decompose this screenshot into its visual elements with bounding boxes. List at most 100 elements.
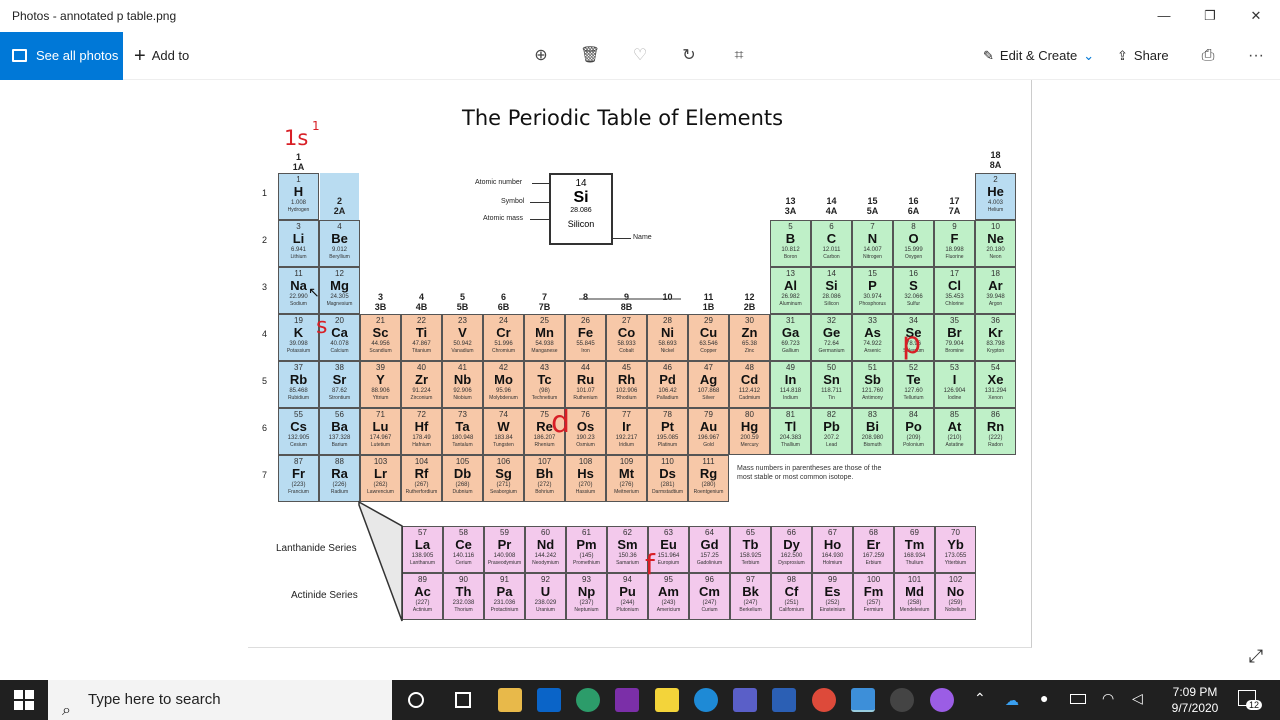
element-name: Einsteinium [819, 607, 846, 613]
element-cell: 28 Ni 58.693 Nickel [647, 314, 688, 361]
app-icon[interactable] [890, 688, 914, 712]
element-symbol: C [826, 231, 837, 246]
group-header: 17 7A [934, 196, 975, 216]
add-to-button[interactable]: + Add to [134, 32, 189, 80]
element-number: 100 [866, 575, 881, 584]
element-mass: 231.036 [493, 600, 516, 606]
element-number: 28 [663, 316, 672, 325]
rotate-icon[interactable]: ↻ [679, 46, 699, 66]
element-name: Tantalum [452, 442, 473, 448]
element-number: 81 [786, 410, 795, 419]
group-header: 8 [565, 292, 606, 302]
see-all-photos-button[interactable]: See all photos [0, 32, 123, 80]
element-symbol: Rg [699, 466, 718, 481]
element-mass: 132.905 [287, 435, 310, 441]
minimize-button[interactable]: — [1141, 0, 1187, 32]
element-number: 70 [951, 528, 960, 537]
browser-icon[interactable] [576, 688, 600, 712]
photos-app-icon[interactable] [851, 688, 875, 712]
element-number: 33 [868, 316, 877, 325]
element-mass: (271) [496, 482, 511, 488]
element-mass: 24.305 [330, 294, 349, 300]
element-mass: 58.933 [617, 341, 636, 347]
sticky-notes-icon[interactable] [655, 688, 679, 712]
edge-icon[interactable] [694, 688, 718, 712]
element-cell: 21 Sc 44.956 Scandium [360, 314, 401, 361]
onenote-icon[interactable] [615, 688, 639, 712]
element-mass: 10.812 [781, 247, 800, 253]
element-name: Chromium [491, 348, 516, 354]
battery-icon[interactable] [1070, 694, 1086, 704]
element-number: 25 [540, 316, 549, 325]
cortana-icon[interactable] [408, 692, 424, 708]
element-cell: 65 Tb 158.925 Terbium [730, 526, 771, 573]
element-name: Manganese [531, 348, 558, 354]
crop-icon[interactable]: ⌗ [729, 46, 749, 66]
element-symbol: Be [331, 231, 348, 246]
annotation-1s: 1s [284, 126, 309, 150]
expand-icon[interactable]: ⤢ [1246, 646, 1266, 666]
element-mass: 91.224 [412, 388, 431, 394]
delete-icon[interactable]: 🗑 [580, 46, 600, 66]
element-symbol: Er [866, 537, 881, 552]
element-mass: (259) [948, 600, 963, 606]
close-button[interactable]: ✕ [1233, 0, 1279, 32]
element-mass: 54.938 [535, 341, 554, 347]
restore-button[interactable]: ❐ [1187, 0, 1233, 32]
element-cell: 19 K 39.098 Potassium [278, 314, 319, 361]
element-number: 102 [948, 575, 963, 584]
element-number: 30 [745, 316, 754, 325]
outlook-icon[interactable] [537, 688, 561, 712]
chrome-icon[interactable] [812, 688, 836, 712]
chevron-up-icon[interactable]: ⌃ [974, 690, 986, 707]
element-cell: 61 Pm (145) Promethium [566, 526, 607, 573]
element-number: 21 [376, 316, 385, 325]
element-cell: 14 Si 28.086 Silicon [811, 267, 852, 314]
print-icon[interactable]: ⎙ [1198, 46, 1218, 66]
task-view-icon[interactable] [455, 692, 471, 708]
element-name: Zirconium [410, 395, 433, 401]
taskbar-search-box[interactable]: ⌕ Type here to search [48, 680, 392, 720]
element-name: Niobium [453, 395, 472, 401]
element-mass: 39.948 [986, 294, 1005, 300]
element-number: 55 [294, 410, 303, 419]
paint-icon[interactable] [930, 688, 954, 712]
element-mass: 40.078 [330, 341, 349, 347]
element-name: Neon [989, 254, 1002, 260]
element-mass: 20.180 [986, 247, 1005, 253]
word-icon[interactable] [772, 688, 796, 712]
element-number: 51 [868, 363, 877, 372]
element-mass: 69.723 [781, 341, 800, 347]
element-symbol: He [987, 184, 1004, 199]
element-name: Xenon [988, 395, 1003, 401]
windows-start-icon[interactable] [14, 690, 34, 710]
file-explorer-icon[interactable] [498, 688, 522, 712]
element-number: 24 [499, 316, 508, 325]
group-header: 1 1A [278, 152, 319, 172]
element-number: 90 [459, 575, 468, 584]
element-mass: 192.217 [615, 435, 638, 441]
element-number: 14 [827, 269, 836, 278]
element-number: 61 [582, 528, 591, 537]
more-options-button[interactable]: ··· [1246, 46, 1266, 66]
period-label: 6 [262, 423, 268, 433]
element-number: 101 [907, 575, 922, 584]
microphone-icon[interactable]: ● [1040, 690, 1048, 706]
taskbar-clock[interactable]: 7:09 PM 9/7/2020 [1160, 684, 1230, 716]
teams-icon[interactable] [733, 688, 757, 712]
favorite-icon[interactable]: ♡ [630, 46, 650, 66]
element-number: 2 [993, 175, 998, 184]
element-cell: 98 Cf (251) Californium [771, 573, 812, 620]
element-cell: 7 N 14.007 Nitrogen [852, 220, 893, 267]
element-mass: 164.930 [821, 553, 844, 559]
edit-create-button[interactable]: ✎ Edit & Create ⌄ [983, 32, 1094, 80]
wifi-icon[interactable]: ◠ [1102, 690, 1114, 707]
element-symbol: K [293, 325, 304, 340]
onedrive-icon[interactable]: ☁ [1005, 692, 1019, 709]
zoom-icon[interactable]: ⊕ [531, 46, 551, 66]
share-button[interactable]: ⇪ Share [1117, 32, 1169, 80]
element-symbol: Au [699, 419, 718, 434]
element-cell: 38 Sr 87.62 Strontium [319, 361, 360, 408]
element-mass: (276) [619, 482, 634, 488]
volume-icon[interactable]: ◁ [1132, 690, 1143, 707]
